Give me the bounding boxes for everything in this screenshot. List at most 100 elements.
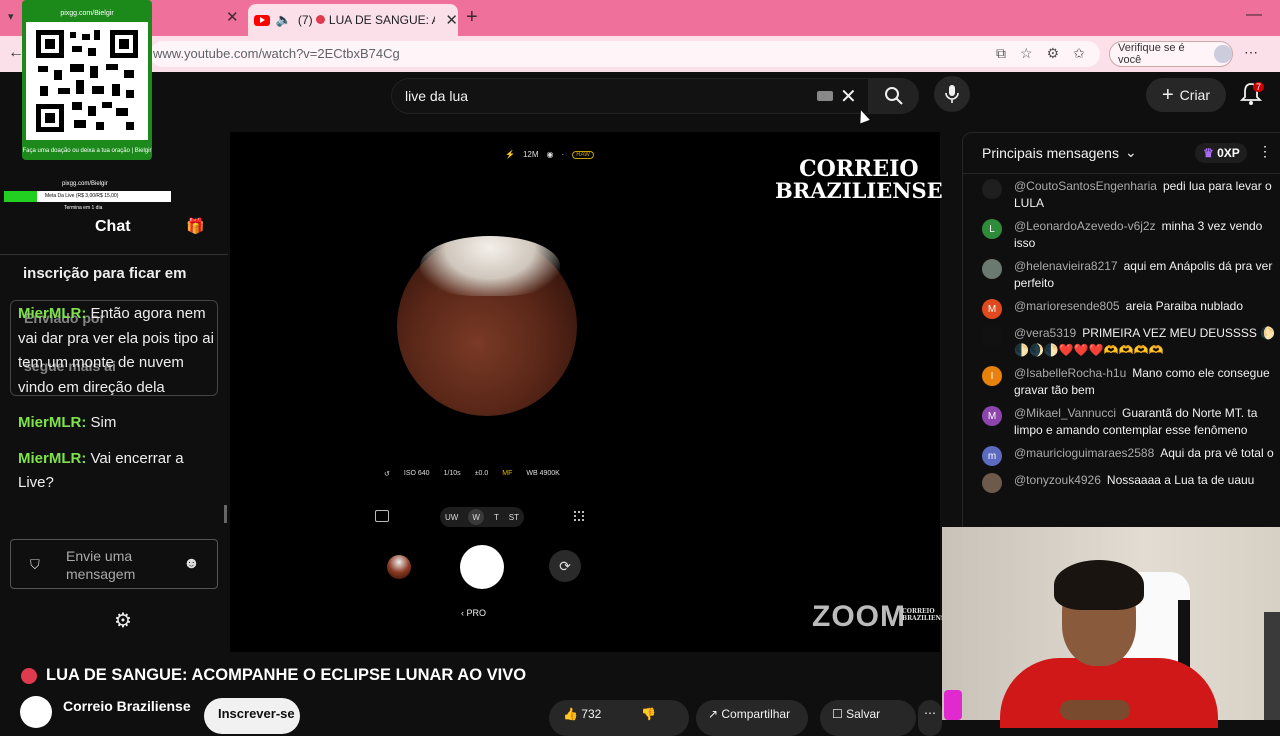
live-chat-list: @CoutoSantosEngenharia pedi lua para leva… (982, 178, 1280, 499)
chat-avatar[interactable]: M (982, 299, 1002, 319)
chat-message-body: @tonyzouk4926 Nossaaaa a Lua ta de uauu (1014, 472, 1280, 493)
iso-value: ISO 640 (403, 470, 430, 477)
share-button[interactable]: ↗ Compartilhar (696, 700, 808, 736)
channel-name[interactable]: Correio Braziliense (63, 698, 191, 714)
share-icon: ↗ (708, 707, 722, 721)
chat-text: Nossaaaa a Lua ta de uauu (1106, 473, 1255, 487)
crown-icon: ♛ (1203, 146, 1214, 160)
chat-author[interactable]: @LeonardoAzevedo-v6j2z (1014, 219, 1156, 233)
app-install-icon[interactable]: ⧉ (996, 45, 1006, 62)
overlay-chat-messages: MierMLR: Então agora nem vai dar pra ver… (18, 302, 218, 507)
shutter-button (460, 545, 504, 589)
thumbs-down-icon[interactable]: 👎 (641, 707, 656, 736)
save-button[interactable]: ☐ Salvar (820, 700, 916, 736)
watermark-line1: CORREIO (799, 156, 919, 182)
chat-avatar[interactable] (982, 259, 1002, 279)
chat-avatar[interactable] (982, 179, 1002, 199)
notification-badge: 7 (1253, 82, 1265, 92)
chat-author[interactable]: @tonyzouk4926 (1014, 473, 1101, 487)
chat-avatar[interactable] (982, 473, 1002, 493)
chat-avatar[interactable]: I (982, 366, 1002, 386)
like-button[interactable]: 👍 732 👎 (549, 700, 689, 736)
chat-message-body: @marioresende805 areia Paraiba nublado (1014, 298, 1280, 319)
speaker-icon[interactable]: 🔈 (276, 12, 292, 28)
chat-mode-dropdown[interactable]: Principais mensagens ⌄ (982, 144, 1137, 161)
minimize-window-icon[interactable]: — (1246, 6, 1262, 24)
focus-mode: MF (502, 470, 513, 477)
shield-icon[interactable]: ⛉ (30, 557, 40, 573)
create-button[interactable]: + Criar (1146, 78, 1226, 112)
grid-icon (574, 511, 584, 521)
chat-author[interactable]: @IsabelleRocha-h1u (1014, 366, 1126, 380)
chat-divider (962, 173, 1280, 174)
close-tab-icon[interactable]: ✕ (226, 8, 242, 26)
zoom-logo: ZOOM (812, 600, 906, 633)
youtube-favicon-icon (254, 14, 270, 26)
new-tab-button[interactable]: + (466, 6, 478, 29)
chat-avatar[interactable]: m (982, 446, 1002, 466)
overlay-divider (0, 254, 228, 255)
flip-camera-icon: ⟳ (549, 550, 581, 582)
search-button[interactable] (869, 78, 919, 114)
goal-ends: Termina em 1 dia (64, 205, 103, 211)
raw-badge: RAW (572, 150, 594, 159)
ev-value: ±0.0 (474, 470, 489, 477)
chat-avatar[interactable] (982, 326, 1002, 346)
chat-username: MierMLR (18, 305, 82, 322)
chat-author[interactable]: @Mikael_Vannucci (1014, 406, 1116, 420)
profile-verify-button[interactable]: Verifique se é você (1109, 41, 1233, 67)
chat-message-body: @CoutoSantosEngenharia pedi lua para leva… (1014, 178, 1280, 212)
pink-light (944, 690, 962, 720)
goal-progress-text: Meta Da Live (R$ 3,00/R$ 15,00) (45, 193, 119, 199)
goal-site: pixgg.com/Bielgir (62, 181, 108, 187)
chat-message-body: @LeonardoAzevedo-v6j2z minha 3 vez vendo … (1014, 218, 1280, 252)
chat-message: m @mauricioguimaraes2588 Aqui da pra vê to… (982, 445, 1280, 466)
video-player[interactable] (230, 132, 940, 652)
channel-avatar[interactable] (20, 696, 52, 728)
chat-author[interactable]: @helenavieira8217 (1014, 259, 1118, 273)
share-label: Compartilhar (721, 707, 791, 721)
xp-badge[interactable]: ♛ 0XP (1195, 143, 1247, 163)
clear-search-icon[interactable]: ✕ (840, 84, 857, 109)
overlay-scrollbar[interactable] (224, 505, 227, 523)
browser-tab-active[interactable]: 🔈 (7) LUA DE SANGUE: ACO ✕ (248, 4, 458, 36)
chat-author[interactable]: @marioresende805 (1014, 299, 1120, 313)
chat-avatar[interactable]: L (982, 219, 1002, 239)
pro-mode-label: ‹ PRO (461, 608, 487, 618)
gift-icon[interactable]: 🎁 (186, 217, 205, 235)
subscribe-button[interactable]: Inscrever-se (204, 698, 300, 734)
emoji-icon[interactable]: ☻ (183, 555, 200, 573)
verify-label: Verifique se é você (1118, 42, 1185, 66)
overlay-inscription-text: inscrição para ficar em (23, 265, 187, 282)
megapixels-label: 12M (522, 150, 539, 159)
address-icons: ⧉ ☆ ⚙ ✩ (996, 45, 1085, 62)
video-title: LUA DE SANGUE: ACOMPANHE O ECLIPSE LUNAR… (46, 666, 527, 684)
qr-top-text: pixgg.com/Bielgir (60, 10, 114, 17)
camera-status-bar: ⚡ 12M ◉ · RAW (505, 150, 594, 159)
chat-message-body: @vera5319 PRIMEIRA VEZ MEU DEUSSSS 🌔🌓🌒🌓❤️… (1014, 325, 1280, 359)
lens-st: ST (508, 512, 520, 522)
white-balance-value: WB 4900K (526, 470, 560, 477)
thumbs-up-icon: 👍 732 (563, 707, 602, 721)
browser-menu-icon[interactable]: ⋯ (1244, 44, 1258, 61)
favorites-list-icon[interactable]: ✩ (1073, 45, 1085, 62)
chat-message-body: @IsabelleRocha-h1u Mano como ele consegue… (1014, 365, 1280, 399)
chat-author[interactable]: @vera5319 (1014, 326, 1076, 340)
gallery-thumbnail (387, 555, 411, 579)
extensions-icon[interactable]: ⚙ (1047, 45, 1060, 62)
more-actions-button[interactable]: ⋯ (918, 700, 942, 736)
favorite-star-icon[interactable]: ☆ (1020, 45, 1033, 62)
chat-author[interactable]: @CoutoSantosEngenharia (1014, 179, 1157, 193)
chat-menu-icon[interactable]: ⋮ (1258, 143, 1272, 160)
chat-message: @CoutoSantosEngenharia pedi lua para leva… (982, 178, 1280, 212)
keyboard-icon[interactable] (817, 91, 833, 101)
voice-search-button[interactable] (934, 76, 970, 112)
close-tab-icon[interactable]: ✕ (445, 11, 458, 29)
settings-gear-icon[interactable]: ⚙ (114, 608, 132, 633)
auto-icon: ↺ (384, 471, 390, 478)
chat-author[interactable]: @mauricioguimaraes2588 (1014, 446, 1154, 460)
chat-text: Aqui da pra vê total o (1160, 446, 1274, 460)
search-value: live da lua (405, 88, 469, 104)
chat-message: @vera5319 PRIMEIRA VEZ MEU DEUSSSS 🌔🌓🌒🌓❤️… (982, 325, 1280, 359)
chat-avatar[interactable]: M (982, 406, 1002, 426)
